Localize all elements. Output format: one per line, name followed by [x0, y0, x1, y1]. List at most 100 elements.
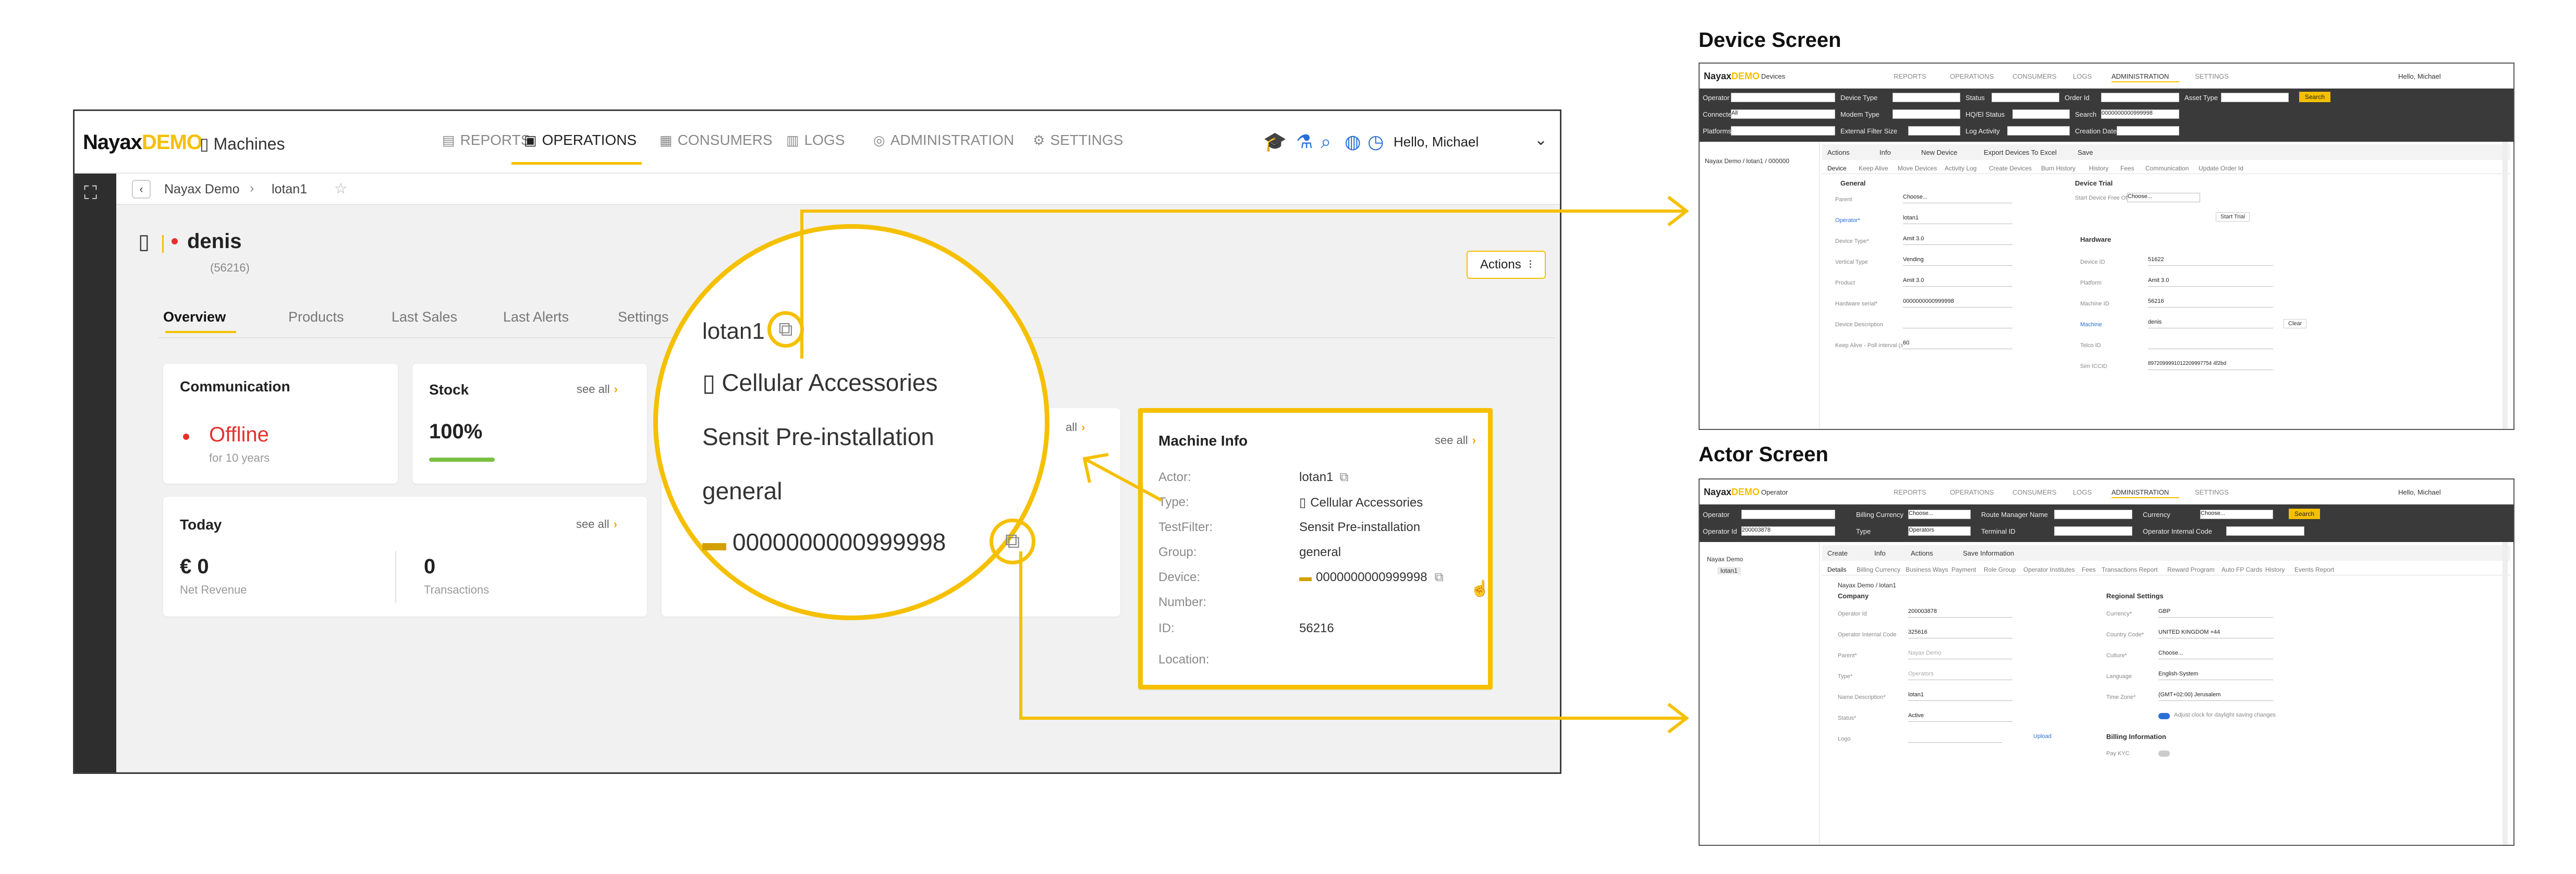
device-field-description[interactable] [1903, 319, 2012, 328]
device-search-button[interactable]: Search [2299, 92, 2330, 102]
device-filter-select[interactable] [2117, 126, 2179, 136]
device-field-serial[interactable]: 0000000000999998 [1903, 298, 2012, 307]
actor-tab[interactable]: Fees [2082, 566, 2096, 573]
device-tab[interactable]: Activity Log [1945, 165, 1976, 172]
device-trial-select[interactable]: Choose... [2127, 193, 2200, 202]
actor-search-button[interactable]: Search [2289, 509, 2320, 519]
actor-nav-operations[interactable]: OPERATIONS [1950, 488, 1994, 496]
device-tab[interactable]: Communication [2145, 165, 2189, 172]
device-tab[interactable]: Fees [2120, 165, 2134, 172]
device-field-parent[interactable]: Choose... [1903, 194, 2012, 203]
actor-nav-settings[interactable]: SETTINGS [2195, 488, 2229, 496]
device-tree-item[interactable]: Nayax Demo / lotan1 / 000000 [1705, 157, 1789, 165]
device-nav-logs[interactable]: LOGS [2073, 72, 2092, 80]
device-nav-settings[interactable]: SETTINGS [2195, 72, 2229, 80]
actor-actions-button[interactable]: Actions [1911, 549, 1933, 557]
device-greeting[interactable]: Hello, Michael [2398, 72, 2441, 80]
actor-filter-select[interactable]: Choose... [2200, 510, 2273, 519]
actor-tab[interactable]: Transactions Report [2102, 566, 2158, 573]
device-field-operator[interactable]: lotan1 [1903, 215, 2012, 224]
actor-field-language[interactable]: English-System [2158, 671, 2273, 680]
device-filter-select[interactable] [2012, 109, 2070, 119]
device-field-vertical[interactable]: Vending [1903, 256, 2012, 266]
device-tab[interactable]: Move Devices [1898, 165, 1937, 172]
actor-field-currency[interactable]: GBP [2158, 608, 2273, 618]
actor-filter-input[interactable] [2226, 526, 2304, 536]
device-field-product[interactable]: Amit 3.0 [1903, 277, 2012, 287]
actor-nav-consumers[interactable]: CONSUMERS [2012, 488, 2057, 496]
device-clear-button[interactable]: Clear [2284, 319, 2307, 328]
device-actions-button[interactable]: Actions [1827, 149, 1850, 156]
actor-filter-input[interactable] [1741, 510, 1835, 519]
actor-tab[interactable]: Operator Institutes [2023, 566, 2075, 573]
device-tab[interactable]: Keep Alive [1859, 165, 1888, 172]
device-save-button[interactable]: Save [2078, 149, 2093, 156]
device-filter-input[interactable] [1731, 93, 1835, 102]
actor-field-timezone[interactable]: (GMT+02:00) Jerusalem [2158, 692, 2273, 701]
actor-tree-selected[interactable]: lotan1 [1717, 567, 1741, 574]
actor-field-name[interactable]: lotan1 [1908, 692, 2012, 701]
actor-tab[interactable]: History [2265, 566, 2285, 573]
device-filter-select[interactable] [1731, 126, 1835, 136]
actor-field-status[interactable]: Active [1908, 712, 2012, 722]
device-filter-select[interactable] [1893, 93, 1960, 102]
actor-field-country[interactable]: UNITED KINGDOM +44 [2158, 629, 2273, 638]
actor-tab[interactable]: Details [1827, 566, 1847, 573]
device-filter-select[interactable] [2007, 126, 2070, 136]
device-nav-operations[interactable]: OPERATIONS [1950, 72, 1994, 80]
pay-kyc-toggle[interactable] [2158, 750, 2170, 757]
actor-operator-id-input[interactable]: 200003878 [1741, 526, 1835, 536]
actor-field-logo[interactable] [1908, 733, 2002, 743]
device-field-label[interactable]: Machine [2080, 322, 2102, 328]
device-tab[interactable]: Create Devices [1989, 165, 2032, 172]
device-info-button[interactable]: Info [1879, 149, 1891, 156]
actor-tab[interactable]: Business Ways [1906, 566, 1948, 573]
actor-filter-select[interactable]: Choose... [1908, 510, 1971, 519]
device-field-keepalive[interactable]: 60 [1903, 340, 2012, 349]
device-filter-select[interactable] [1908, 126, 1960, 136]
device-tab[interactable]: Update Order Id [2199, 165, 2243, 172]
device-export-button[interactable]: Export Devices To Excel [1984, 149, 2057, 156]
dst-toggle[interactable] [2158, 713, 2170, 719]
actor-create-button[interactable]: Create [1827, 549, 1848, 557]
actor-tab[interactable]: Auto FP Cards [2221, 566, 2262, 573]
device-tab[interactable]: Burn History [2041, 165, 2076, 172]
actor-filter-input[interactable] [2054, 526, 2132, 536]
actor-upload-button[interactable]: Upload [2033, 733, 2052, 740]
actor-field-internal-code[interactable]: 325616 [1908, 629, 2012, 638]
device-filter-select[interactable] [1893, 109, 1960, 119]
actor-tab[interactable]: Events Report [2294, 566, 2334, 573]
device-filter-select[interactable] [2221, 93, 2289, 102]
actor-type-select[interactable]: Operators [1908, 526, 1971, 536]
actor-nav-administration[interactable]: ADMINISTRATION [2111, 488, 2169, 496]
actor-tab[interactable]: Payment [1951, 566, 1976, 573]
device-filter-select[interactable] [1992, 93, 2059, 102]
actor-tab[interactable]: Reward Program [2167, 566, 2215, 573]
actor-field-type[interactable]: Operators [1908, 671, 2012, 680]
device-scrollbar[interactable] [2502, 142, 2508, 429]
actor-nav-logs[interactable]: LOGS [2073, 488, 2092, 496]
actor-tree-root[interactable]: Nayax Demo [1707, 556, 1743, 563]
actor-tab[interactable]: Billing Currency [1857, 566, 1900, 573]
device-field-type[interactable]: Amit 3.0 [1903, 236, 2012, 245]
actor-field-parent[interactable]: Nayax Demo [1908, 650, 2012, 659]
device-nav-consumers[interactable]: CONSUMERS [2012, 72, 2057, 80]
actor-greeting[interactable]: Hello, Michael [2398, 488, 2441, 496]
device-tab[interactable]: Device [1827, 165, 1847, 172]
actor-nav-reports[interactable]: REPORTS [1894, 488, 1926, 496]
device-nav-administration[interactable]: ADMINISTRATION [2111, 72, 2169, 80]
device-field-label[interactable]: Operator* [1835, 217, 1860, 224]
actor-info-button[interactable]: Info [1874, 549, 1886, 557]
device-search-field[interactable]: 0000000000999998 [2101, 109, 2179, 119]
device-tab[interactable]: History [2089, 165, 2108, 172]
device-nav-reports[interactable]: REPORTS [1894, 72, 1926, 80]
device-new-button[interactable]: New Device [1921, 149, 1957, 156]
actor-save-button[interactable]: Save Information [1963, 549, 2014, 557]
actor-filter-input[interactable] [2054, 510, 2132, 519]
device-filter-input[interactable] [2101, 93, 2179, 102]
start-trial-button[interactable]: Start Trial [2216, 212, 2250, 221]
device-field-machine[interactable]: denis [2148, 319, 2273, 328]
actor-tab[interactable]: Role Group [1984, 566, 2016, 573]
actor-field-culture[interactable]: Choose... [2158, 650, 2273, 659]
device-filter-select[interactable]: All [1731, 109, 1835, 119]
